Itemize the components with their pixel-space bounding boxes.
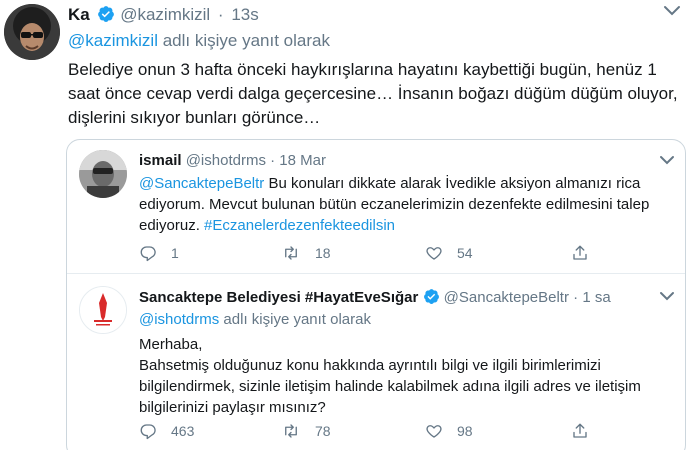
- reply-button[interactable]: 1: [139, 244, 179, 262]
- quoted-author-name-2[interactable]: Sancaktepe Belediyesi #HayatEveSığar: [139, 289, 418, 306]
- retweet-count: 78: [315, 423, 331, 439]
- like-button[interactable]: 98: [425, 422, 473, 440]
- separator: ·: [217, 5, 224, 24]
- separator: ·: [270, 152, 276, 169]
- like-count: 54: [457, 245, 473, 261]
- quoted-author-name-1[interactable]: ismail: [139, 152, 182, 169]
- quoted-tweet-text-2: Bahsetmiş olduğunuz konu hakkında ayrınt…: [139, 357, 641, 416]
- quoted-timestamp-2[interactable]: 1 sa: [582, 289, 610, 306]
- tweet-text: Belediye onun 3 hafta önceki haykırışlar…: [68, 60, 678, 127]
- reply-button[interactable]: 463: [139, 422, 194, 440]
- like-icon: [426, 247, 442, 260]
- quoted-greeting: Merhaba,: [139, 336, 203, 353]
- timestamp[interactable]: 13s: [231, 5, 258, 24]
- quoted-header-2: Sancaktepe Belediyesi #HayatEveSığar @Sa…: [139, 288, 611, 306]
- chevron-down-icon[interactable]: [659, 154, 675, 166]
- reply-count: 463: [171, 423, 195, 439]
- share-button[interactable]: [571, 244, 589, 262]
- reply-mention-link[interactable]: @kazimkizil: [68, 31, 158, 50]
- retweet-button[interactable]: 78: [281, 422, 331, 440]
- retweet-button[interactable]: 18: [281, 244, 331, 262]
- quoted-actions-2: 463 78 98: [139, 422, 659, 444]
- reply-mention-link[interactable]: @ishotdrms: [139, 311, 219, 328]
- like-icon: [426, 425, 442, 438]
- retweet-icon: [285, 424, 297, 438]
- share-icon: [573, 245, 587, 260]
- chevron-down-icon[interactable]: [662, 4, 682, 18]
- reply-icon: [140, 424, 156, 440]
- author-handle[interactable]: @kazimkizil: [120, 5, 210, 24]
- quoted-author-handle-1[interactable]: @ishotdrms: [186, 152, 266, 169]
- thread-divider: [67, 273, 685, 274]
- reply-context-2: @ishotdrms adlı kişiye yanıt olarak: [139, 311, 371, 328]
- reply-icon: [140, 246, 156, 262]
- separator: ·: [573, 289, 579, 306]
- mention-link[interactable]: @SancaktepeBeltr: [139, 175, 264, 192]
- user-avatar[interactable]: [4, 4, 60, 60]
- author-name[interactable]: Ka: [68, 5, 90, 24]
- quoted-header-1: ismail @ishotdrms · 18 Mar: [139, 152, 326, 169]
- reply-context-label: adlı kişiye yanıt olarak: [162, 31, 330, 50]
- reply-count: 1: [171, 245, 179, 261]
- quoted-avatar-ismail[interactable]: [79, 150, 127, 198]
- like-count: 98: [457, 423, 473, 439]
- retweet-icon: [285, 246, 297, 260]
- like-button[interactable]: 54: [425, 244, 473, 262]
- verified-badge-icon: [423, 289, 439, 304]
- quoted-author-handle-2[interactable]: @SancaktepeBeltr: [444, 289, 569, 306]
- share-button[interactable]: [571, 422, 589, 440]
- share-icon: [573, 423, 587, 438]
- reply-context-label: adlı kişiye yanıt olarak: [223, 311, 371, 328]
- quoted-actions-1: 1 18 54: [139, 244, 659, 266]
- quoted-timestamp-1[interactable]: 18 Mar: [279, 152, 326, 169]
- tweet-header: Ka @kazimkizil · 13s: [68, 5, 262, 25]
- chevron-down-icon[interactable]: [659, 290, 675, 302]
- retweet-count: 18: [315, 245, 331, 261]
- verified-badge-icon: [98, 6, 115, 22]
- reply-context: @kazimkizil adlı kişiye yanıt olarak: [68, 31, 330, 51]
- quoted-avatar-sancaktepe[interactable]: [79, 286, 127, 334]
- quoted-thread[interactable]: ismail @ishotdrms · 18 Mar @SancaktepeBe…: [66, 139, 686, 450]
- hashtag-link[interactable]: #Eczanelerdezenfekteedilsin: [204, 217, 395, 234]
- quoted-tweet-text-1: @SancaktepeBeltr Bu konuları dikkate ala…: [139, 173, 674, 236]
